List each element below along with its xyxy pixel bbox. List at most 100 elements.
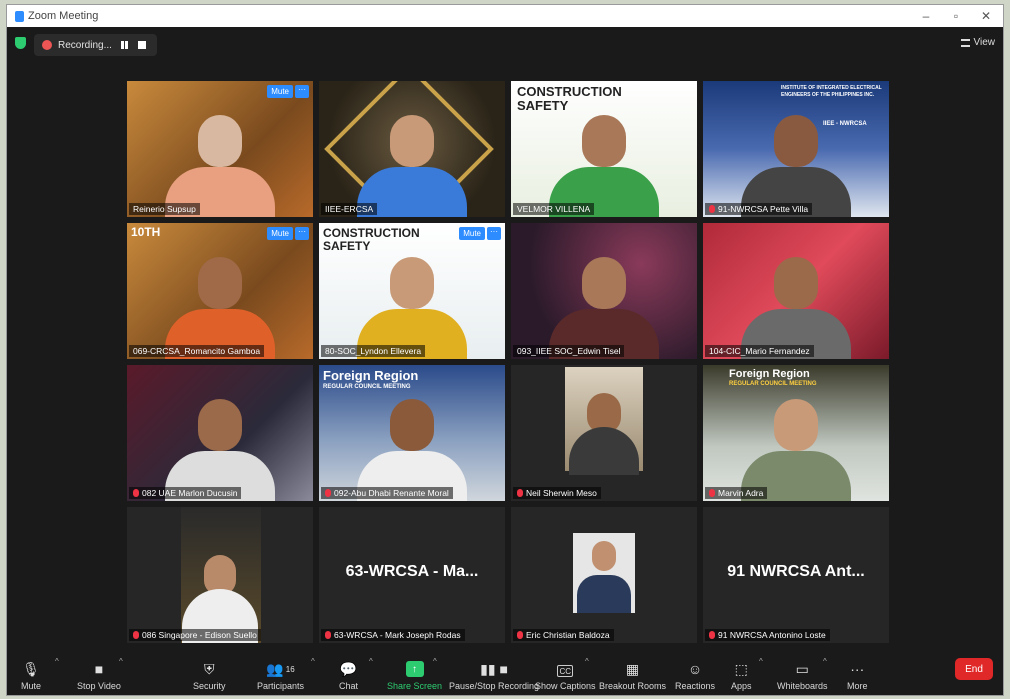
reactions-button[interactable]: ☺ Reactions — [675, 649, 715, 691]
window-title: Zoom Meeting — [28, 10, 99, 22]
participant-name-label: Reinerio Supsup — [129, 203, 200, 215]
whiteboard-icon: ▭ — [795, 660, 809, 677]
video-tile[interactable]: Foreign Region REGULAR COUNCIL MEETING M… — [703, 365, 889, 501]
mic-muted-icon — [709, 631, 715, 639]
minimize-icon[interactable]: – — [911, 5, 941, 27]
tile-mute-button[interactable]: Mute — [459, 227, 485, 240]
participant-name-label: 086 Singapore - Edison Suello — [129, 629, 261, 641]
security-shield-icon[interactable] — [15, 37, 26, 49]
video-tile[interactable]: CONSTRUCTION SAFETY Mute ··· 80-SOC_Lynd… — [319, 223, 505, 359]
participant-name-label: 082 UAE Marlon Ducusin — [129, 487, 242, 499]
video-tile[interactable]: Foreign Region REGULAR COUNCIL MEETING 0… — [319, 365, 505, 501]
participant-name-label: IIEE-ERCSA — [321, 203, 378, 215]
shield-icon: ⛨ — [204, 660, 215, 677]
participant-name-label: 069-CRCSA_Romancito Gamboa — [129, 345, 265, 357]
video-tile[interactable]: 91 NWRCSA Ant... 91 NWRCSA Antonino Lost… — [703, 507, 889, 643]
pause-stop-recording-icon: ▮▮ ■ — [480, 660, 508, 677]
participant-name-label: Marvin Adra — [705, 487, 768, 499]
recording-label: Recording... — [58, 39, 112, 51]
apps-options-caret-icon[interactable]: ^ — [759, 657, 763, 666]
mute-options-caret-icon[interactable]: ^ — [55, 657, 59, 666]
pause-recording-icon[interactable] — [121, 41, 124, 49]
more-button[interactable]: ··· More — [847, 649, 868, 691]
video-tile[interactable]: 104-CIC_Mario Fernandez — [703, 223, 889, 359]
more-dots-icon: ··· — [850, 661, 865, 677]
captions-options-caret-icon[interactable]: ^ — [585, 657, 589, 666]
video-tile[interactable]: 63-WRCSA - Ma... 63-WRCSA - Mark Joseph … — [319, 507, 505, 643]
mic-muted-icon — [325, 631, 331, 639]
whiteboards-button[interactable]: ▭ Whiteboards — [777, 649, 828, 692]
view-icon — [960, 38, 970, 47]
view-button[interactable]: View — [960, 37, 996, 48]
participants-options-caret-icon[interactable]: ^ — [311, 657, 315, 666]
recording-icon — [42, 40, 52, 50]
meeting-toolbar: 🎙 Mute ^ ■ Stop Video ^ ⛨ Security 👥 16 Parti… — [7, 645, 1003, 695]
participant-name-label: 093_IIEE SOC_Edwin Tisel — [513, 345, 625, 357]
chat-button[interactable]: 💬 Chat — [339, 649, 358, 692]
zoom-window: Zoom Meeting – ▫ ✕ Recording... View Mut… — [6, 4, 1004, 696]
participants-button[interactable]: 👥 16 Participants — [257, 649, 304, 692]
zoom-app-icon — [15, 10, 24, 22]
breakout-rooms-button[interactable]: ▦ Breakout Rooms — [599, 649, 666, 692]
apps-icon: ⬚ — [734, 660, 748, 677]
participant-name-label: Eric Christian Baldoza — [513, 629, 614, 641]
share-screen-icon: ↑ — [405, 661, 424, 677]
video-tile[interactable]: 082 UAE Marlon Ducusin — [127, 365, 313, 501]
tile-more-icon[interactable]: ··· — [295, 85, 309, 98]
participant-name-label: 80-SOC_Lyndon Ellevera — [321, 345, 426, 357]
whiteboards-options-caret-icon[interactable]: ^ — [823, 657, 827, 666]
tile-mute-button[interactable]: Mute — [267, 227, 293, 240]
chat-options-caret-icon[interactable]: ^ — [369, 657, 373, 666]
participant-name-label: 91-NWRCSA Pette Villa — [705, 203, 813, 215]
video-tile-active-speaker[interactable]: IIEE-ERCSA — [319, 81, 505, 217]
title-bar: Zoom Meeting – ▫ ✕ — [7, 5, 1003, 27]
breakout-rooms-icon: ▦ — [625, 660, 640, 677]
share-options-caret-icon[interactable]: ^ — [433, 657, 437, 666]
recording-indicator: Recording... — [34, 34, 157, 56]
mic-muted-icon — [517, 489, 523, 497]
captions-icon: CC — [557, 665, 574, 677]
participant-name-label: 092-Abu Dhabi Renante Moral — [321, 487, 453, 499]
share-screen-button[interactable]: ↑ Share Screen — [387, 649, 442, 691]
mic-muted-icon — [133, 489, 139, 497]
participant-name-label: VELMOR VILLENA — [513, 203, 595, 215]
security-button[interactable]: ⛨ Security — [193, 649, 226, 692]
video-tile[interactable]: CONSTRUCTION SAFETY VELMOR VILLENA — [511, 81, 697, 217]
participants-icon: 👥 16 — [266, 660, 295, 677]
video-tile[interactable]: 093_IIEE SOC_Edwin Tisel — [511, 223, 697, 359]
video-tile[interactable]: 10TH Mute ··· 069-CRCSA_Romancito Gamboa — [127, 223, 313, 359]
tile-more-icon[interactable]: ··· — [487, 227, 501, 240]
video-tile[interactable]: Neil Sherwin Meso — [511, 365, 697, 501]
show-captions-button[interactable]: CC Show Captions — [535, 649, 596, 691]
stop-recording-icon[interactable] — [138, 41, 146, 49]
tile-more-icon[interactable]: ··· — [295, 227, 309, 240]
tile-mute-button[interactable]: Mute — [267, 85, 293, 98]
video-tile[interactable]: 086 Singapore - Edison Suello — [127, 507, 313, 643]
meeting-top-bar: Recording... View — [7, 27, 1003, 61]
video-tile[interactable]: Mute ··· Reinerio Supsup — [127, 81, 313, 217]
participant-name-label: 63-WRCSA - Mark Joseph Rodas — [321, 629, 465, 641]
apps-button[interactable]: ⬚ Apps — [731, 649, 752, 692]
view-label: View — [973, 37, 996, 48]
pause-stop-recording-button[interactable]: ▮▮ ■ Pause/Stop Recording — [449, 649, 539, 692]
mic-muted-icon — [517, 631, 523, 639]
participants-count: 16 — [285, 664, 295, 674]
close-icon[interactable]: ✕ — [971, 5, 1001, 27]
mic-muted-icon — [133, 631, 139, 639]
mic-muted-icon — [709, 205, 715, 213]
end-meeting-button[interactable]: End — [955, 658, 993, 680]
maximize-icon[interactable]: ▫ — [941, 5, 971, 27]
stop-video-button[interactable]: ■ Stop Video — [77, 649, 121, 691]
mic-muted-icon — [325, 489, 331, 497]
participant-name-label: Neil Sherwin Meso — [513, 487, 601, 499]
participant-display-name: 63-WRCSA - Ma... — [345, 563, 479, 580]
reactions-icon: ☺ — [687, 661, 703, 677]
participant-name-label: 91 NWRCSA Antonino Loste — [705, 629, 830, 641]
participant-display-name: 91 NWRCSA Ant... — [727, 563, 865, 580]
mute-button[interactable]: 🎙 Mute — [21, 649, 41, 692]
participant-name-label: 104-CIC_Mario Fernandez — [705, 345, 814, 357]
video-tile[interactable]: INSTITUTE OF INTEGRATED ELECTRICAL ENGIN… — [703, 81, 889, 217]
video-camera-icon: ■ — [94, 661, 104, 677]
video-tile[interactable]: Eric Christian Baldoza — [511, 507, 697, 643]
video-options-caret-icon[interactable]: ^ — [119, 657, 123, 666]
